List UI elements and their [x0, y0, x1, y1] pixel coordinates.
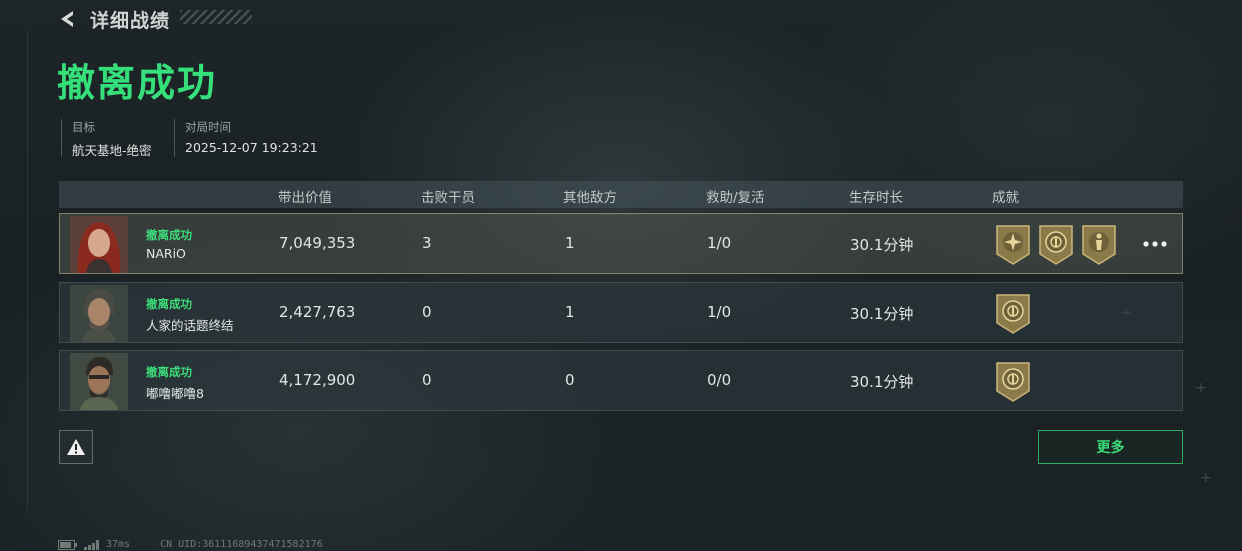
player-avatar: [70, 353, 128, 410]
player-row[interactable]: 撤离成功 人家的话题终结 2,427,763 0 1 1/0 30.1分钟: [59, 282, 1183, 343]
achievement-medals: [995, 361, 1038, 403]
player-avatar: [70, 216, 128, 273]
other-enemies-count: 0: [565, 371, 575, 389]
extracted-value: 2,427,763: [279, 303, 356, 321]
player-name: 人家的话题终结: [146, 318, 234, 333]
emblem-medal-icon[interactable]: [995, 361, 1031, 403]
player-status: 撤离成功: [146, 297, 192, 311]
column-header-kills: 击败干员: [421, 190, 475, 206]
decor-plus: +: [1195, 380, 1207, 396]
extracted-value: 4,172,900: [279, 371, 356, 389]
match-time-label: 对局时间: [185, 120, 231, 134]
kills-count: 0: [422, 303, 432, 321]
other-enemies-count: 1: [565, 234, 575, 252]
column-header-assist: 救助/复活: [706, 190, 765, 206]
column-header-survival: 生存时长: [849, 190, 903, 206]
emblem-medal-icon[interactable]: [1038, 224, 1074, 266]
assist-revive: 0/0: [707, 371, 732, 389]
match-time-value: 2025-12-07 19:23:21: [185, 140, 318, 155]
survival-time: 30.1分钟: [850, 373, 914, 391]
result-title: 撤离成功: [57, 61, 218, 105]
survival-time: 30.1分钟: [850, 236, 914, 254]
player-avatar: [70, 285, 128, 342]
page-title: 详细战绩: [90, 9, 171, 32]
title-hatch-decoration: [180, 10, 252, 24]
column-header-other-enemies: 其他敌方: [563, 190, 617, 206]
emblem-medal-icon[interactable]: [995, 293, 1031, 335]
target-value: 航天基地-绝密: [72, 143, 152, 158]
match-time-info: 对局时间 2025-12-07 19:23:21: [174, 119, 318, 157]
kills-count: 3: [422, 234, 432, 252]
more-options-icon[interactable]: [1140, 233, 1170, 255]
warning-icon: [67, 439, 85, 455]
kills-count: 0: [422, 371, 432, 389]
target-label: 目标: [72, 120, 95, 134]
column-header-value: 带出价值: [278, 190, 332, 206]
status-footer: 37ms CN UID:36111689437471582176: [58, 539, 323, 550]
player-status: 撤离成功: [146, 228, 192, 242]
left-frame-line: [27, 30, 28, 510]
achievement-medals: [995, 293, 1038, 335]
target-info: 目标 航天基地-绝密: [61, 119, 152, 158]
table-header: 带出价值 击败干员 其他敌方 救助/复活 生存时长 成就: [59, 181, 1183, 208]
uid-text: CN UID:36111689437471582176: [160, 539, 323, 550]
player-status: 撤离成功: [146, 365, 192, 379]
decor-plus: +: [1200, 470, 1212, 486]
report-button[interactable]: [59, 430, 93, 464]
player-row[interactable]: 撤离成功 NARiO 7,049,353 3 1 1/0 30.1分钟: [59, 213, 1183, 274]
other-enemies-count: 1: [565, 303, 575, 321]
extracted-value: 7,049,353: [279, 234, 356, 252]
player-name: 嘟噜嘟噜8: [146, 386, 204, 401]
back-button[interactable]: 详细战绩: [56, 6, 196, 32]
player-name: NARiO: [146, 246, 186, 261]
signal-icon: [84, 539, 99, 550]
assist-revive: 1/0: [707, 234, 732, 252]
figure-medal-icon[interactable]: [1081, 224, 1117, 266]
survival-time: 30.1分钟: [850, 305, 914, 323]
battery-icon: [58, 539, 77, 550]
more-button[interactable]: 更多: [1038, 430, 1183, 464]
achievement-medals: [995, 224, 1124, 266]
back-arrow-icon: [61, 11, 73, 27]
player-row[interactable]: 撤离成功 嘟噜嘟噜8 4,172,900 0 0 0/0 30.1分钟: [59, 350, 1183, 411]
column-header-achievements: 成就: [992, 190, 1019, 206]
assist-revive: 1/0: [707, 303, 732, 321]
ping-value: 37ms: [106, 539, 131, 550]
star-medal-icon[interactable]: [995, 224, 1031, 266]
